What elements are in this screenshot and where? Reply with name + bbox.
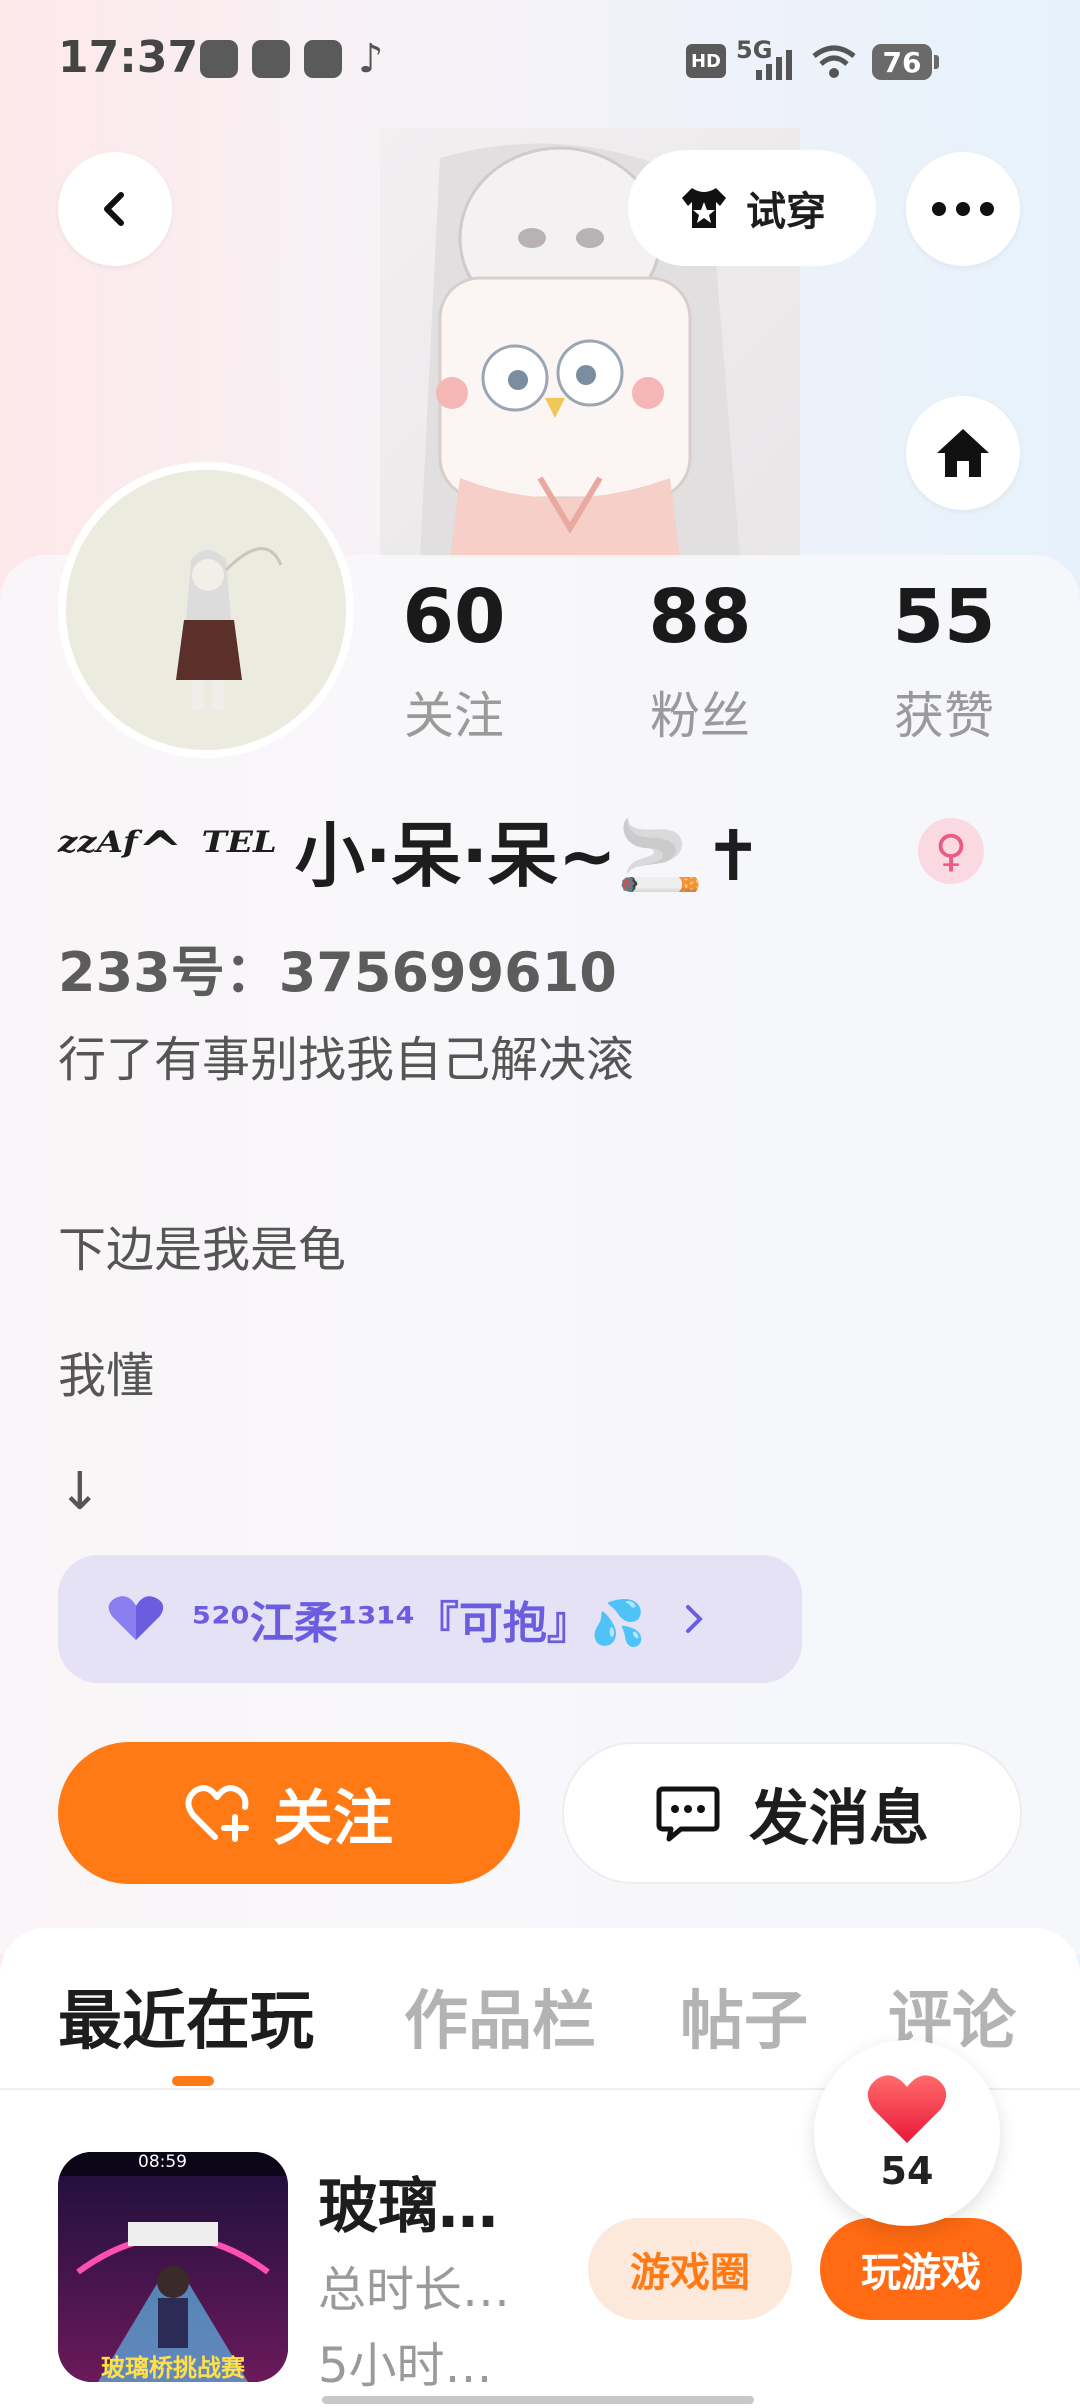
hd-icon: HD xyxy=(686,44,726,78)
status-time: 17:37 xyxy=(58,32,199,83)
try-on-label: 试穿 xyxy=(746,189,826,235)
game-playtime-value: 5小时… xyxy=(318,2338,493,2394)
game-thumbnail[interactable]: 08:59 玻璃桥挑战赛 xyxy=(58,2152,288,2382)
stat-following-label: 关注 xyxy=(404,687,504,745)
home-button[interactable] xyxy=(906,396,1020,510)
bio-line-1: 行了有事别找我自己解决滚 xyxy=(58,1032,635,1088)
tab-recent-played[interactable]: 最近在玩 xyxy=(58,1970,314,2062)
nickname-prefix: ᶻᶻᴬᶠ^ ᵀᴱᴸ xyxy=(58,818,277,883)
follow-button[interactable]: 关注 xyxy=(58,1742,520,1884)
app-notification-icon xyxy=(200,40,238,78)
heart-icon xyxy=(867,2075,947,2143)
gender-female-icon: ♀ xyxy=(918,818,984,884)
game-circle-button[interactable]: 游戏圈 xyxy=(588,2218,792,2320)
tab-works[interactable]: 作品栏 xyxy=(404,1970,596,2062)
follow-label: 关注 xyxy=(273,1783,393,1854)
relationship-tag[interactable]: ⁵²⁰江柔¹³¹⁴『可抱』💦 xyxy=(58,1555,802,1683)
like-count: 54 xyxy=(880,2149,934,2193)
game-playtime-label: 总时长… xyxy=(318,2262,511,2318)
stat-followers-value: 88 xyxy=(648,574,752,660)
tab-posts[interactable]: 帖子 xyxy=(680,1970,808,2062)
heart-icon xyxy=(108,1596,164,1640)
stat-likes-value: 55 xyxy=(892,574,996,660)
stat-followers[interactable]: 88 粉丝 xyxy=(600,580,800,748)
chevron-right-icon xyxy=(685,1605,703,1633)
wifi-icon xyxy=(812,45,856,78)
message-label: 发消息 xyxy=(749,1783,929,1854)
mail-notification-icon xyxy=(304,40,342,78)
chat-bubble-icon xyxy=(656,1786,720,1842)
user-id[interactable]: 233号：375699610 xyxy=(58,928,617,1007)
message-button[interactable]: 发消息 xyxy=(562,1742,1022,1884)
tiktok-icon: ♪ xyxy=(358,36,384,82)
bio-line-4: ↓ xyxy=(58,1462,102,1522)
game-thumbnail-timer: 08:59 xyxy=(138,2152,187,2172)
avatar[interactable] xyxy=(58,462,354,758)
bio-line-3: 我懂 xyxy=(58,1348,155,1404)
tshirt-star-icon xyxy=(682,188,726,228)
bio-line-2: 下边是我是龟 xyxy=(58,1222,347,1278)
like-button[interactable]: 54 xyxy=(814,2040,1000,2226)
home-icon xyxy=(937,429,989,477)
back-button[interactable] xyxy=(58,152,172,266)
stat-likes-label: 获赞 xyxy=(894,687,994,745)
more-button[interactable] xyxy=(906,152,1020,266)
more-dots-icon xyxy=(932,202,994,216)
nickname-text: 小·呆·呆~🚬✝ xyxy=(294,815,763,897)
relationship-tag-text: ⁵²⁰江柔¹³¹⁴『可抱』💦 xyxy=(192,1598,646,1649)
active-tab-indicator xyxy=(172,2076,214,2086)
stat-likes[interactable]: 55 获赞 xyxy=(844,580,1044,748)
battery-indicator: 76 xyxy=(872,44,939,80)
try-on-button[interactable]: 试穿 xyxy=(628,150,876,266)
stat-following[interactable]: 60 关注 xyxy=(354,580,554,748)
chevron-left-icon xyxy=(104,192,124,226)
nickname: ᶻᶻᴬᶠ^ ᵀᴱᴸ 小·呆·呆~🚬✝ xyxy=(58,800,762,901)
signal-icon xyxy=(756,50,792,80)
home-indicator[interactable] xyxy=(322,2396,754,2404)
game-title[interactable]: 玻璃… xyxy=(318,2158,498,2245)
link-notification-icon xyxy=(252,40,290,78)
game-thumbnail-caption: 玻璃桥挑战赛 xyxy=(101,2354,245,2382)
heart-plus-icon xyxy=(185,1785,249,1842)
avatar-image xyxy=(66,470,346,750)
play-game-button[interactable]: 玩游戏 xyxy=(820,2218,1022,2320)
stat-following-value: 60 xyxy=(402,574,506,660)
stat-followers-label: 粉丝 xyxy=(650,687,750,745)
